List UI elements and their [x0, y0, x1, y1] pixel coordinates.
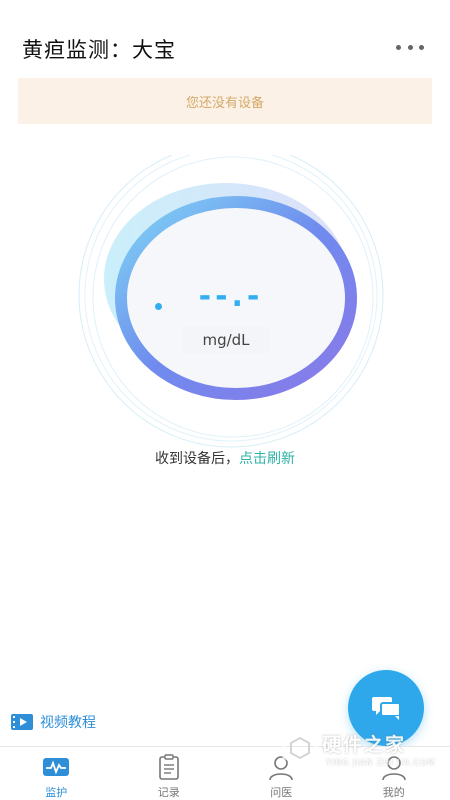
refresh-hint: 收到设备后，点击刷新 [0, 448, 450, 468]
monitor-icon [43, 758, 70, 776]
tab-label: 记录 [157, 786, 180, 799]
tab-label: 监护 [45, 786, 68, 799]
decimal-dot [155, 303, 162, 310]
unit-label: mg/dL [182, 326, 270, 354]
watermark-logo-icon [282, 728, 318, 768]
tab-monitor[interactable]: 监护 [0, 747, 113, 800]
more-dots-icon[interactable] [396, 44, 424, 52]
no-device-banner: 您还没有设备 [18, 78, 432, 124]
video-icon [11, 714, 33, 730]
tab-records[interactable]: 记录 [113, 747, 226, 800]
reading-value: --.- [198, 279, 264, 314]
refresh-link[interactable]: 点击刷新 [239, 451, 295, 467]
tutorial-label: 视频教程 [40, 715, 96, 731]
tab-label: 问医 [270, 786, 293, 799]
page-title: 黄疸监测：大宝 [22, 38, 176, 62]
watermark: 硬件之家 YING JIAN ZHI JIA.COM [280, 724, 450, 776]
notice-text: 您还没有设备 [185, 95, 264, 111]
video-tutorial-link[interactable]: 视频教程 [10, 712, 96, 732]
watermark-text: 硬件之家 [322, 734, 407, 756]
watermark-subtext: YING JIAN ZHI JIA.COM [326, 758, 436, 767]
tab-label: 我的 [382, 786, 405, 799]
chat-icon [372, 697, 401, 720]
clipboard-icon [158, 754, 179, 780]
header: 黄疸监测：大宝 [0, 0, 450, 78]
bilirubin-gauge: --.- [76, 155, 386, 465]
hint-text: 收到设备后， [155, 451, 239, 467]
